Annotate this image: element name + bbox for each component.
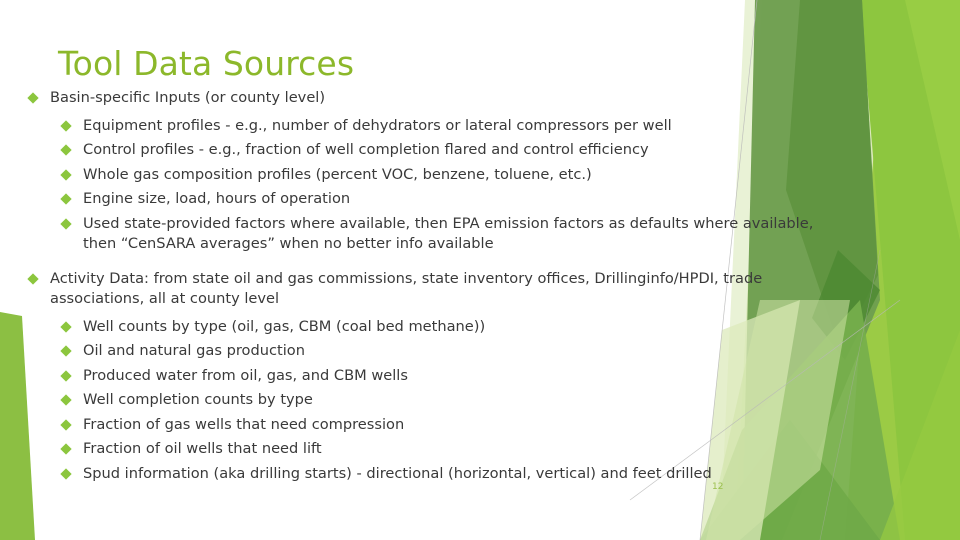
diamond-bullet-icon xyxy=(60,394,72,406)
slide: Tool Data Sources Basin-specific Inputs … xyxy=(0,0,960,540)
diamond-bullet-icon xyxy=(60,443,72,455)
bullet-level2: Fraction of gas wells that need compress… xyxy=(24,415,824,436)
diamond-bullet-icon xyxy=(60,345,72,357)
bullet-text: Well completion counts by type xyxy=(83,391,313,408)
bullet-text: Well counts by type (oil, gas, CBM (coal… xyxy=(83,317,486,335)
slide-number: 12 xyxy=(712,482,724,492)
bullet-level2: Well completion counts by type xyxy=(24,390,824,411)
bullet-text: Activity Data: from state oil and gas co… xyxy=(50,269,763,308)
bullet-text: Engine size, load, hours of operation xyxy=(83,190,351,207)
bullet-text: Equipment profiles - e.g., number of deh… xyxy=(83,116,672,134)
bullet-text: Oil and natural gas production xyxy=(83,342,305,359)
bullet-level2: Whole gas composition profiles (percent … xyxy=(24,165,824,186)
diamond-bullet-icon xyxy=(60,119,72,132)
bullet-text: Spud information (aka drilling starts) -… xyxy=(83,464,712,482)
bullet-text: Basin-specific Inputs (or county level) xyxy=(50,89,326,106)
bullet-text: Fraction of oil wells that need lift xyxy=(83,440,322,457)
bullet-text: Produced water from oil, gas, and CBM we… xyxy=(83,366,408,384)
diamond-bullet-icon xyxy=(60,320,72,333)
diamond-bullet-icon xyxy=(60,369,72,382)
diamond-bullet-icon xyxy=(60,168,72,181)
diamond-bullet-icon xyxy=(60,144,72,156)
bullet-text: Used state-provided factors where availa… xyxy=(83,214,814,253)
slide-body: Basin-specific Inputs (or county level) … xyxy=(24,88,824,488)
bullet-level1: Activity Data: from state oil and gas co… xyxy=(24,269,824,310)
bullet-level2: Engine size, load, hours of operation xyxy=(24,189,824,210)
bullet-level2: Control profiles - e.g., fraction of wel… xyxy=(24,140,824,161)
bullet-text: Whole gas composition profiles (percent … xyxy=(83,165,592,183)
diamond-bullet-icon xyxy=(27,272,39,285)
bullet-level2: Oil and natural gas production xyxy=(24,341,824,362)
diamond-bullet-icon xyxy=(60,467,72,480)
bullet-level2: Produced water from oil, gas, and CBM we… xyxy=(24,366,824,387)
bullet-level2: Used state-provided factors where availa… xyxy=(24,214,824,255)
bullet-level2: Well counts by type (oil, gas, CBM (coal… xyxy=(24,317,824,338)
page-title: Tool Data Sources xyxy=(58,44,355,84)
diamond-bullet-icon xyxy=(27,92,39,104)
bullet-text: Control profiles - e.g., fraction of wel… xyxy=(83,141,649,158)
bullet-level2: Fraction of oil wells that need lift xyxy=(24,439,824,460)
bullet-text: Fraction of gas wells that need compress… xyxy=(83,415,405,433)
bullet-level2: Equipment profiles - e.g., number of deh… xyxy=(24,116,824,137)
diamond-bullet-icon xyxy=(60,418,72,431)
bullet-level1: Basin-specific Inputs (or county level) xyxy=(24,88,824,109)
bullet-level2: Spud information (aka drilling starts) -… xyxy=(24,464,824,485)
diamond-bullet-icon xyxy=(60,217,72,230)
diamond-bullet-icon xyxy=(60,193,72,205)
